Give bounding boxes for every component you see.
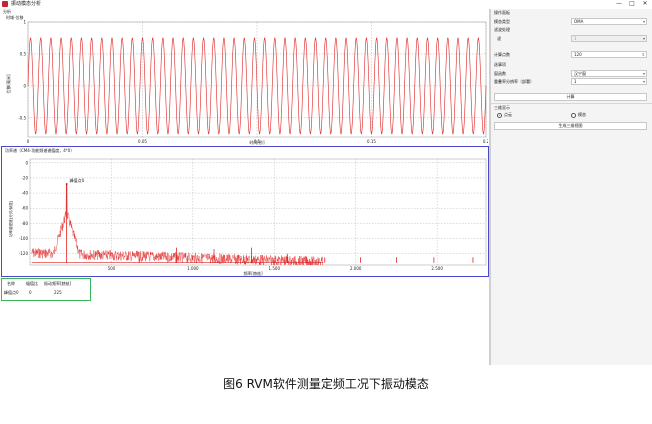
generate-3d-button[interactable]: 生成三维视图 xyxy=(494,122,647,130)
title-bar: 振动模态分析 — □ ✕ xyxy=(0,0,652,9)
table-header-frequency: 振动频率[赫兹] xyxy=(44,281,72,286)
table-header-name: 名称 xyxy=(7,281,15,286)
chevron-down-icon: ▾ xyxy=(642,19,645,24)
spectrum-chart[interactable]: 功率谱（CM4-功能频谱谱值度，4*0） 功率谱密度[分贝/赫兹] 频率[赫兹]… xyxy=(2,147,488,276)
spectrum-x-tick-label: 1.000 xyxy=(187,266,199,271)
time-chart-ylabel: 位移[毫米] xyxy=(5,74,11,94)
time-chart-title: 时域-位移 xyxy=(6,14,23,20)
window-function-select[interactable]: 汉宁窗 ▾ xyxy=(571,70,647,77)
overlap-select[interactable]: 1 ▾ xyxy=(571,78,647,85)
settings-title: 操作面板 xyxy=(494,10,510,15)
table-cell-ratio[interactable]: 0 xyxy=(29,290,32,296)
spectrum-chart-xlabel: 频率[赫兹] xyxy=(243,270,263,276)
time-x-tick-label: 0.1 xyxy=(254,139,261,144)
window-title: 振动模态分析 xyxy=(11,1,42,7)
mode-type-label: 模态类型 xyxy=(494,19,510,24)
result-table: 名称 幅值比 振动频率[赫兹] 峰值点0 0 225 xyxy=(1,278,91,301)
time-chart-panel[interactable]: 时域-位移 位移[毫米] 时间[秒] 1 0.5 0 -0.5 0 0.05 0.1 0.15… xyxy=(1,14,490,146)
calc-points-value: 120 xyxy=(574,52,582,57)
spectrum-x-tick-label: 2.000 xyxy=(350,266,362,271)
calc-points-stepper[interactable]: 120 ⇕ xyxy=(571,51,647,58)
time-domain-chart[interactable]: 时域-位移 位移[毫米] 时间[秒] 10.50-0.50 0.05 0.1 0.15… xyxy=(1,14,490,146)
pre-process-value: 1 xyxy=(574,36,577,41)
divider xyxy=(491,103,652,104)
spectrum-y-tick-label: -120 xyxy=(19,251,29,256)
filter-group-label: 选事项 xyxy=(494,62,506,67)
table-cell-name[interactable]: 峰值点0 xyxy=(4,290,19,296)
pre-process-label: 滤波处理 xyxy=(494,27,510,32)
spectrum-panel-label: 功率谱（CM4-功能频谱谱值度，4*0） xyxy=(5,147,74,153)
calc-points-label: 计算点数 xyxy=(494,52,510,57)
time-x-tick-label: 0 xyxy=(27,139,30,144)
time-x-tick-label: 0.05 xyxy=(138,139,147,144)
spectrum-plot-area xyxy=(29,158,487,266)
radio-point-cloud[interactable] xyxy=(497,113,502,118)
table-cell-frequency[interactable]: 225 xyxy=(54,290,62,296)
chevron-down-icon: ▾ xyxy=(642,71,645,76)
spectrum-x-tick-label: 500 xyxy=(108,266,116,271)
spectrum-x-tick-label: 2.500 xyxy=(431,266,443,271)
time-y-tick-label: 0.5 xyxy=(20,51,27,56)
close-button[interactable]: ✕ xyxy=(640,0,650,8)
radio-mode-label: 模态 xyxy=(578,112,586,117)
maximize-button[interactable]: □ xyxy=(627,0,637,8)
spectrum-chart-ylabel: 功率谱密度[分贝/赫兹] xyxy=(8,200,13,237)
spectrum-y-tick-label: -40 xyxy=(21,191,28,196)
radio-mode[interactable] xyxy=(571,113,576,118)
app-logo-icon xyxy=(2,1,8,7)
time-x-tick-label: 0.15 xyxy=(367,139,376,144)
minimize-button[interactable]: — xyxy=(614,0,624,8)
spectrum-chart-panel[interactable]: 功率谱（CM4-功能频谱谱值度，4*0） 功率谱密度[分贝/赫兹] 频率[赫兹]… xyxy=(1,146,489,277)
overlap-value: 1 xyxy=(574,79,577,84)
calculate-button[interactable]: 计算 xyxy=(494,93,647,101)
radio-point-cloud-label: 点云 xyxy=(504,112,512,117)
spectrum-y-tick-label: 0 xyxy=(25,160,28,165)
time-x-tick-label: 0.2 xyxy=(483,139,488,144)
display-group-label: 三维显示 xyxy=(494,105,510,110)
spectrum-y-tick-label: -100 xyxy=(19,236,29,241)
settings-panel: 操作面板 模态类型 OMA ▾ 滤波处理 滤 1 ▾ 计算点数 120 ⇕ 选事… xyxy=(491,9,652,365)
mode-type-select[interactable]: OMA ▾ xyxy=(571,18,647,25)
spectrum-x-tick-label: 1.500 xyxy=(269,266,281,271)
window-function-value: 汉宁窗 xyxy=(574,71,586,76)
mode-type-value: OMA xyxy=(574,19,584,24)
table-header-ratio: 幅值比 xyxy=(26,281,38,286)
spectrum-y-tick-label: -80 xyxy=(21,221,28,226)
figure-caption: 图6 RVM软件测量定频工况下振动模态 xyxy=(223,377,429,391)
window-function-label: 窗函数 xyxy=(494,71,506,76)
time-y-tick-label: -0.5 xyxy=(18,115,26,120)
app-window: 振动模态分析 — □ ✕ 分析 时域-位移 位移[毫米] 时间[秒] 1 0.5 0… xyxy=(0,0,652,365)
spectrum-peak-label: 峰值点0 xyxy=(70,177,85,183)
overlap-label: 重叠率分辨率（部署） xyxy=(494,79,534,84)
chevron-down-icon: ▾ xyxy=(642,36,645,41)
pre-process-select[interactable]: 1 ▾ xyxy=(571,35,647,42)
chevron-down-icon: ▾ xyxy=(642,79,645,84)
spectrum-y-tick-label: -60 xyxy=(21,206,28,211)
pre-process-sub-label: 滤 xyxy=(497,36,501,41)
stepper-arrows-icon[interactable]: ⇕ xyxy=(642,52,645,57)
spectrum-y-tick-label: -20 xyxy=(21,175,28,180)
spectrum-peak-dot xyxy=(65,183,68,185)
time-y-tick-label: 1 xyxy=(23,20,26,25)
time-y-tick-label: 0 xyxy=(23,83,26,88)
